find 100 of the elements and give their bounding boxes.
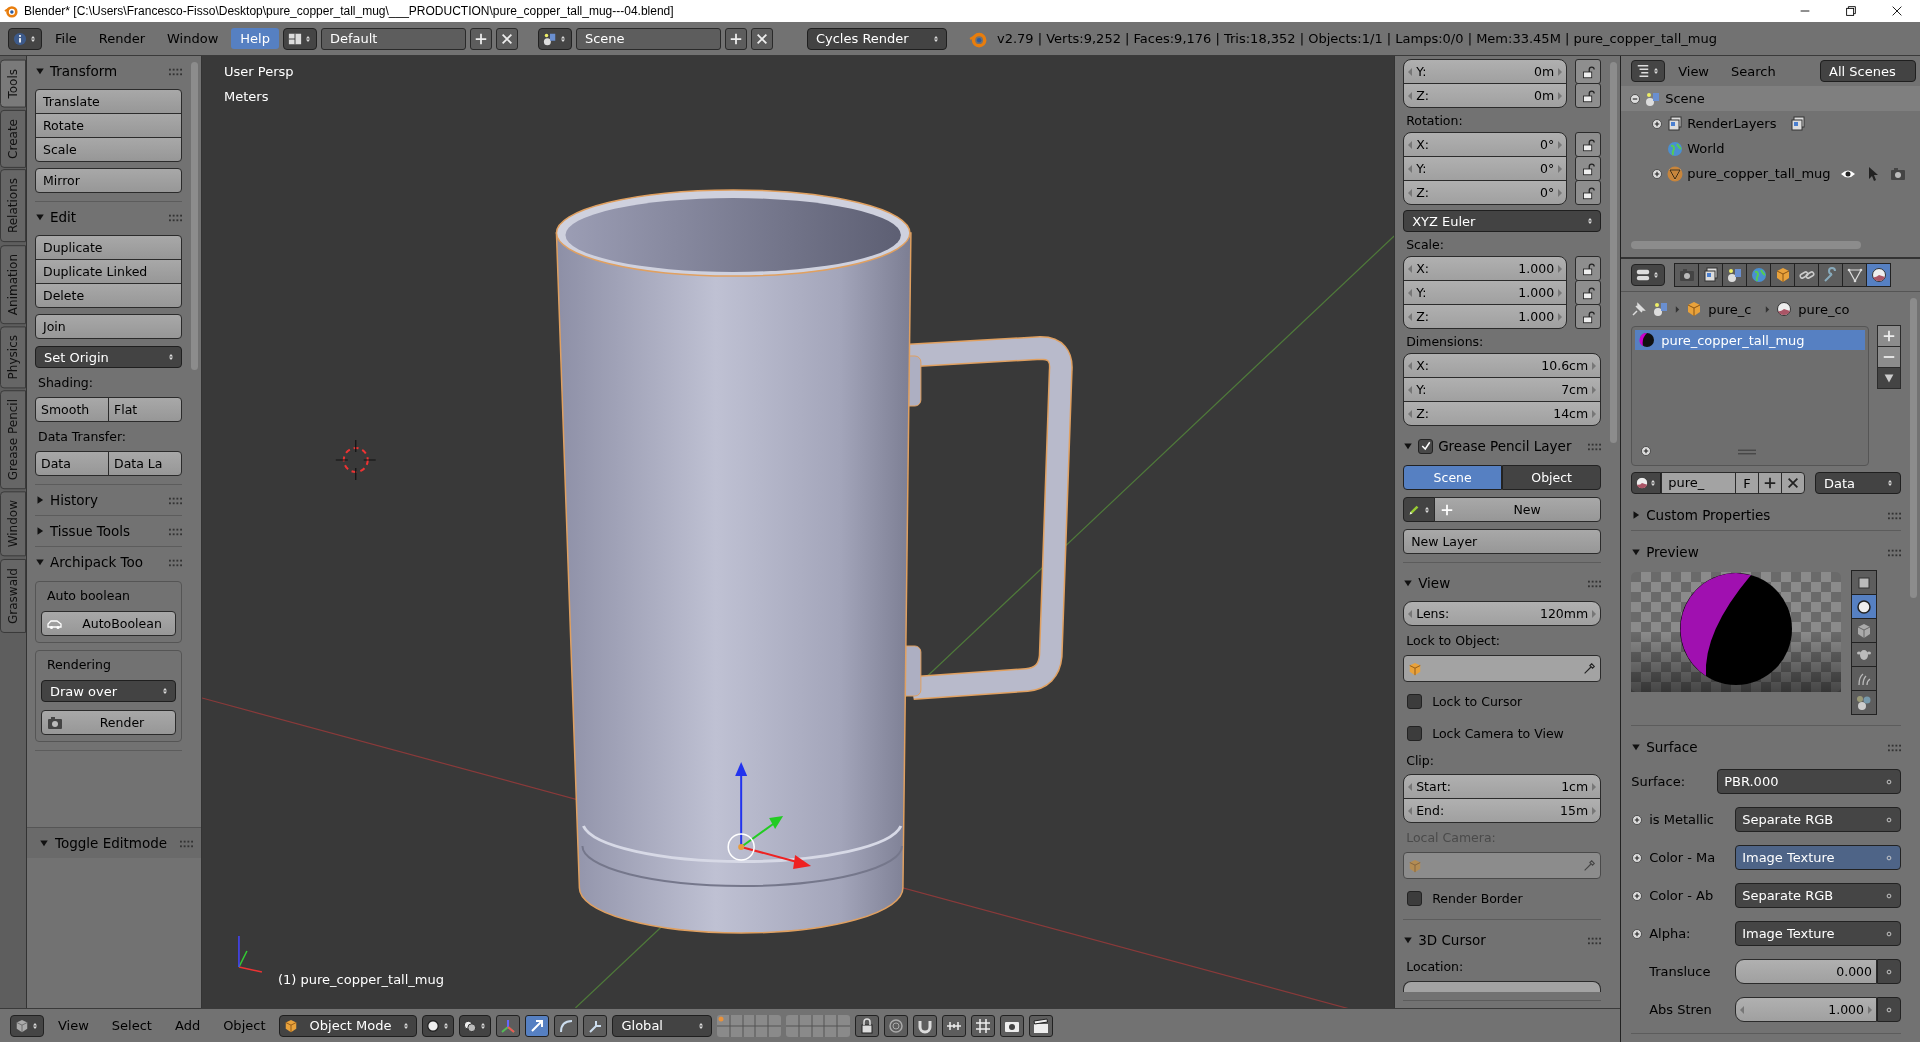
lock-scene-toggle[interactable]: [855, 1014, 880, 1037]
breadcrumb-item[interactable]: pure_co: [1798, 301, 1850, 317]
outliner-row[interactable]: Scene: [1621, 86, 1920, 111]
disclosure-triangle-icon[interactable]: [1631, 547, 1642, 557]
new-material-button[interactable]: [1758, 472, 1782, 494]
tool-tab[interactable]: Grease Pencil: [0, 390, 26, 490]
cross-icon[interactable]: [495, 27, 518, 50]
linked-node-field[interactable]: Separate RGB: [1735, 807, 1901, 832]
animation-render-button[interactable]: [1029, 1014, 1054, 1037]
resize-grip-icon[interactable]: [1738, 449, 1757, 455]
plus-icon[interactable]: [469, 27, 492, 50]
tool-tab[interactable]: Create: [0, 109, 26, 168]
disclosure-triangle-icon[interactable]: [1403, 441, 1414, 451]
remove-slot-button[interactable]: [1877, 346, 1901, 368]
panel-title[interactable]: 3D Cursor: [1418, 932, 1486, 948]
checkbox-label[interactable]: Lock Camera to View: [1432, 726, 1564, 741]
outliner-item-label[interactable]: RenderLayers: [1687, 116, 1777, 131]
slider-field[interactable]: 0.000: [1735, 959, 1877, 984]
add-slot-button[interactable]: [1877, 325, 1901, 347]
number-field[interactable]: Z: 0m: [1403, 83, 1568, 108]
number-field[interactable]: X: 0°: [1403, 132, 1568, 157]
lock-toggle[interactable]: [1575, 83, 1602, 108]
cross-icon[interactable]: [750, 27, 773, 50]
number-field[interactable]: Z: 1.000: [1403, 304, 1568, 329]
panel-title[interactable]: Tissue Tools: [50, 523, 131, 539]
menu-item[interactable]: File: [46, 28, 86, 49]
tool-tab[interactable]: Window: [0, 491, 26, 557]
disclosure-triangle-icon[interactable]: [1403, 578, 1414, 588]
pin-icon[interactable]: [1631, 301, 1648, 317]
menu-item[interactable]: Render: [89, 28, 155, 49]
plus-icon[interactable]: [724, 27, 747, 50]
disclosure-triangle-icon[interactable]: [1403, 935, 1414, 945]
tool-button[interactable]: Mirror: [35, 168, 182, 193]
number-field[interactable]: Z: 0°: [1403, 180, 1568, 205]
collapsed-triangle-icon[interactable]: [35, 526, 45, 536]
panel-title[interactable]: Archipack Too: [50, 554, 144, 570]
tool-button[interactable]: Rotate: [35, 113, 182, 138]
proportional-toggle[interactable]: [884, 1014, 909, 1037]
expand-plus-icon[interactable]: [1640, 445, 1653, 457]
disclosure-triangle-icon[interactable]: [35, 66, 45, 76]
outliner-row[interactable]: RenderLayers: [1621, 111, 1920, 136]
fake-user-button[interactable]: F: [1735, 472, 1759, 494]
number-field[interactable]: X: 1.000: [1403, 256, 1568, 281]
tool-tab[interactable]: Graswald: [0, 558, 26, 633]
outliner-item-label[interactable]: World: [1687, 141, 1725, 156]
translate-toggle[interactable]: [525, 1014, 550, 1037]
menu-item[interactable]: Search: [1722, 60, 1785, 82]
number-field[interactable]: Y: 1.000: [1403, 280, 1568, 305]
preview-shape-button[interactable]: [1851, 570, 1878, 595]
breadcrumb-item[interactable]: pure_c: [1708, 301, 1752, 317]
expand-plus-icon[interactable]: [1631, 927, 1644, 940]
snap-element-dropdown[interactable]: [942, 1014, 967, 1037]
disclosure-triangle-icon[interactable]: [35, 557, 45, 567]
material-slot[interactable]: pure_copper_tall_mug: [1635, 330, 1865, 350]
outliner-item-label[interactable]: pure_copper_tall_mug: [1687, 166, 1831, 181]
disclosure-triangle-icon[interactable]: [1631, 742, 1642, 752]
render-engine-dropdown[interactable]: Cycles Render: [806, 27, 947, 50]
toggle-option[interactable]: Object: [1502, 465, 1602, 490]
snap-target-button[interactable]: [971, 1014, 996, 1037]
number-field[interactable]: Lens: 120mm: [1403, 601, 1602, 626]
display-mode-dropdown[interactable]: All Scenes: [1820, 60, 1916, 82]
number-field[interactable]: Y: 0°: [1403, 156, 1568, 181]
editor-type-button[interactable]: [8, 27, 42, 50]
tool-tab[interactable]: Tools: [0, 60, 26, 108]
editor-type-button[interactable]: [1631, 264, 1666, 286]
expand-plus-icon[interactable]: [1631, 813, 1644, 826]
snap-toggle[interactable]: [913, 1014, 938, 1037]
image-stack-icon[interactable]: [1790, 115, 1807, 132]
expand-plus-icon[interactable]: [1651, 167, 1664, 180]
material-name-field[interactable]: pure_: [1661, 472, 1736, 494]
link-dropdown[interactable]: Data: [1815, 472, 1901, 494]
scrollbar[interactable]: [191, 62, 198, 371]
number-field[interactable]: Y: 0m: [1403, 59, 1568, 84]
outliner-row[interactable]: pure_copper_tall_mug: [1621, 161, 1920, 186]
expand-plus-icon[interactable]: [1651, 117, 1664, 130]
menu-item[interactable]: Help: [231, 28, 279, 49]
panel-title[interactable]: Custom Properties: [1646, 507, 1771, 523]
panel-title[interactable]: View: [1418, 575, 1451, 591]
tool-tab[interactable]: Relations: [0, 169, 26, 243]
dropdown[interactable]: Draw over: [41, 680, 176, 702]
material-browse-button[interactable]: [1631, 472, 1662, 494]
mode-dropdown[interactable]: Object Mode: [279, 1014, 418, 1037]
location-field[interactable]: [1403, 981, 1602, 992]
number-field[interactable]: X: 10.6cm: [1403, 353, 1602, 378]
panel-title[interactable]: Surface: [1646, 739, 1698, 755]
checkbox-label[interactable]: Render Border: [1432, 891, 1523, 906]
scrollbar[interactable]: [1631, 241, 1862, 249]
new-layer-button[interactable]: New Layer: [1403, 529, 1602, 554]
linked-node-field[interactable]: Separate RGB: [1735, 883, 1901, 908]
new-button[interactable]: New: [1434, 497, 1602, 522]
lock-toggle[interactable]: [1575, 256, 1602, 281]
scrollbar[interactable]: [1610, 62, 1618, 443]
layout-button[interactable]: [282, 27, 317, 50]
toggle-option[interactable]: Scene: [1403, 465, 1503, 490]
checkbox[interactable]: [1407, 694, 1423, 709]
lock-toggle[interactable]: [1575, 280, 1602, 305]
rotate-toggle[interactable]: [554, 1014, 579, 1037]
number-field[interactable]: Z: 14cm: [1403, 401, 1602, 426]
outliner-row[interactable]: World: [1621, 136, 1920, 161]
socket-button[interactable]: [1877, 959, 1901, 984]
